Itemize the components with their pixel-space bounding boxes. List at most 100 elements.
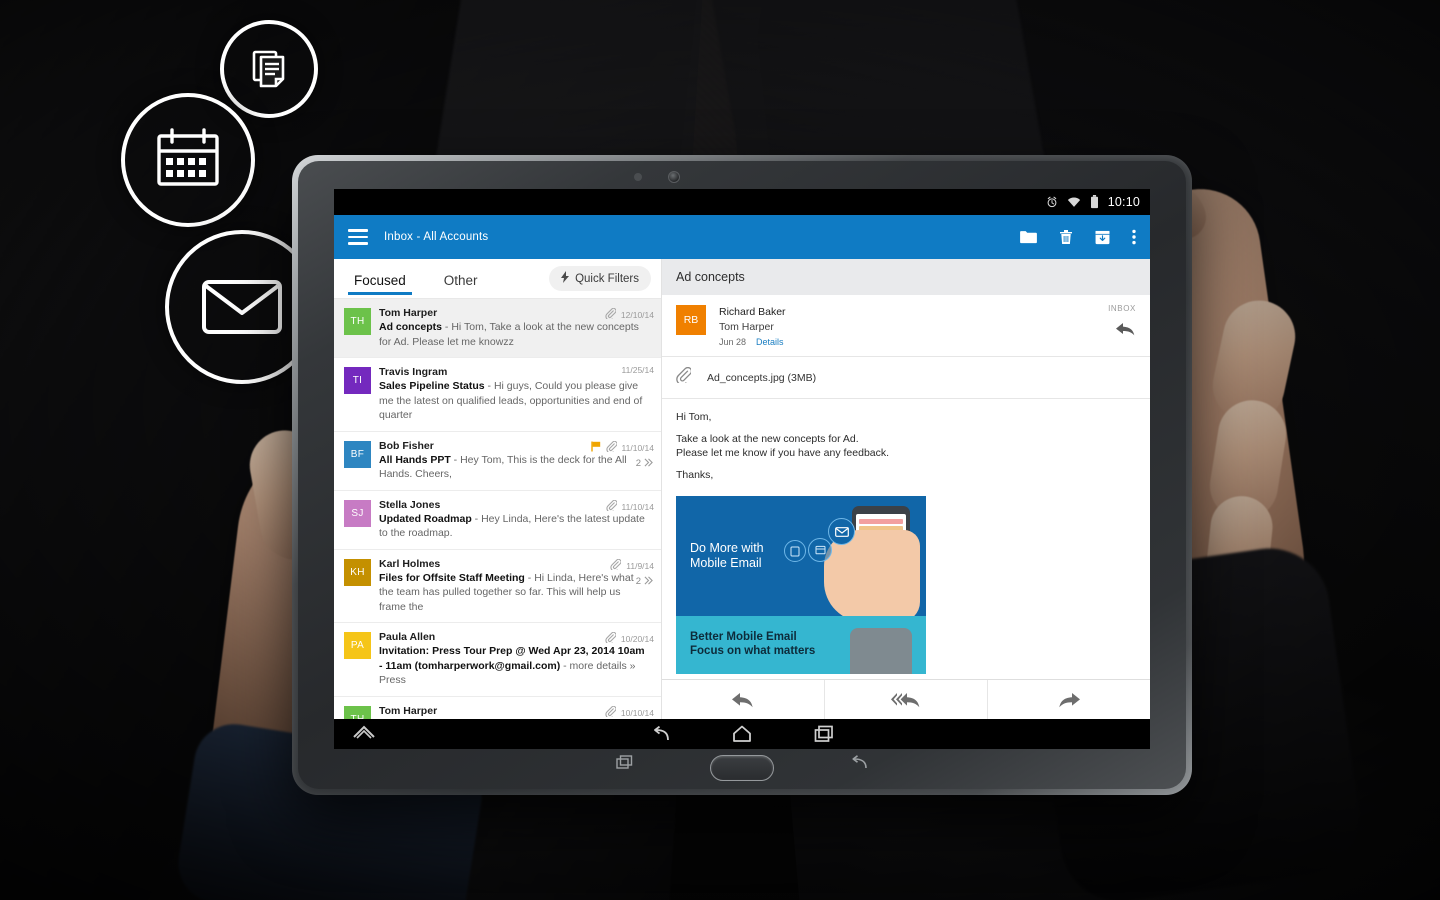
archive-icon[interactable] [1095, 230, 1110, 245]
avatar: PA [344, 632, 371, 659]
message-preview: All Hands PPT - Hey Tom, This is the dec… [379, 453, 649, 482]
hamburger-icon[interactable] [348, 229, 368, 245]
reply-button[interactable] [662, 680, 824, 719]
body-line: Thanks, [676, 468, 714, 481]
calendar-icon-badge [121, 93, 255, 227]
android-nav-bar [334, 719, 1150, 749]
message-subject: Updated Roadmap [379, 512, 472, 525]
message-subject: Sales Pipeline Status [379, 380, 485, 392]
tablet-screen: 10:10 Inbox - All Accounts Focused Other… [334, 189, 1150, 749]
message-list-item[interactable]: TH Tom Harper Ad concepts - Hi Tom, Take a… [334, 299, 661, 358]
message-date: 11/10/14 [621, 442, 654, 453]
paperclip-icon [610, 557, 622, 575]
message-date: 11/10/14 [621, 501, 654, 512]
message-preview: Sales Pipeline Status - Hi guys, Could y… [379, 379, 649, 423]
nav-back-button[interactable] [651, 725, 670, 743]
android-status-bar: 10:10 [334, 189, 1150, 215]
illustration-doc-bubble [784, 540, 806, 562]
sender-meta: Richard Baker Tom Harper Jun 28 Details [719, 305, 786, 347]
message-summary: Travis Ingram Sales Pipeline Status - Hi … [379, 365, 653, 423]
mail-icon [202, 280, 282, 334]
message-body: Hi Tom, Take a look at the new concepts … [662, 399, 1150, 674]
body-line: Take a look at the new concepts for Ad. [676, 432, 859, 445]
message-action-bar [662, 679, 1150, 719]
app-bar-actions [1020, 229, 1136, 245]
paperclip-icon [676, 366, 693, 388]
message-meta: 11/10/14 [605, 498, 654, 516]
recipient-name: Tom Harper [719, 321, 774, 333]
more-vertical-icon[interactable] [1132, 229, 1136, 245]
nav-recents-button[interactable] [814, 725, 834, 743]
tablet-device: 10:10 Inbox - All Accounts Focused Other… [292, 155, 1192, 795]
tab-other[interactable]: Other [438, 263, 484, 295]
list-tabs: Focused Other Quick Filters [334, 259, 661, 299]
tab-focused[interactable]: Focused [348, 263, 412, 295]
sender-date-row: Jun 28 Details [719, 337, 786, 347]
message-date: Jun 28 [719, 337, 747, 347]
flag-icon[interactable] [590, 439, 601, 457]
attachment-row[interactable]: Ad_concepts.jpg (3MB) [662, 357, 1150, 399]
quick-filters-label: Quick Filters [575, 272, 639, 285]
quick-filters-button[interactable]: Quick Filters [549, 266, 651, 291]
documents-icon-badge [220, 20, 318, 118]
calendar-icon [157, 128, 219, 186]
avatar: TI [344, 367, 371, 394]
banner-primary-text: Do More with Mobile Email [690, 541, 764, 570]
message-list-item[interactable]: BF Bob Fisher All Hands PPT - Hey Tom, Thi… [334, 432, 661, 491]
reply-icon[interactable] [1116, 321, 1136, 342]
lightning-icon [561, 271, 570, 286]
reading-pane-scroll[interactable]: RB Richard Baker Tom Harper Jun 28 Detai… [662, 295, 1150, 679]
message-sender: Travis Ingram [379, 366, 448, 378]
message-preview: Invitation: Press Tour Prep @ Wed Apr 23… [379, 644, 649, 688]
message-preview: Updated Roadmap - Hey Linda, Here's the … [379, 512, 649, 541]
avatar: SJ [344, 499, 371, 527]
battery-icon [1090, 195, 1099, 209]
message-subject: All Hands PPT [379, 453, 451, 466]
avatar: BF [344, 440, 371, 468]
main-content: Focused Other Quick Filters TH Tom Harper… [334, 259, 1150, 719]
up-chevron-home-icon[interactable] [352, 725, 376, 744]
thread-count-value: 2 [635, 576, 641, 587]
message-meta: 11/9/14 [610, 557, 654, 575]
body-line: Please let me know if you have any feedb… [676, 447, 890, 459]
message-meta: 10/10/14 [605, 704, 654, 720]
illustration-calendar-bubble [808, 538, 832, 562]
message-meta: 12/10/14 [605, 306, 654, 324]
folder-icon[interactable] [1020, 230, 1037, 244]
message-date: 11/25/14 [621, 365, 654, 375]
message-list-item[interactable]: TI Travis Ingram Sales Pipeline Status - H… [334, 358, 661, 432]
message-preview: Ad concepts - Hi Tom, Take a look at the… [379, 320, 649, 349]
forward-button[interactable] [987, 680, 1150, 719]
message-list-item[interactable]: THTom HarperFwd: Key Customer Tour - FYI… [334, 697, 661, 720]
reading-pane-header: Ad concepts [662, 259, 1150, 295]
body-line: Hi Tom, [676, 411, 712, 423]
sender-name: Richard Baker [719, 306, 786, 318]
thread-count-value: 2 [635, 458, 641, 469]
message-list-item[interactable]: PA Paula Allen Invitation: Press Tour Prep… [334, 623, 661, 697]
capacitive-recents-key[interactable] [616, 755, 633, 775]
trash-icon[interactable] [1059, 229, 1073, 245]
nav-home-button[interactable] [732, 725, 752, 743]
thread-count: 2 [636, 458, 653, 470]
message-list-item[interactable]: SJ Stella Jones Updated Roadmap - Hey Lind… [334, 491, 661, 550]
avatar: KH [344, 558, 371, 586]
proximity-sensor [634, 173, 642, 181]
nav-buttons [651, 725, 834, 743]
capacitive-back-key[interactable] [850, 755, 868, 775]
details-link[interactable]: Details [756, 337, 784, 347]
message-sender: Karl Holmes [379, 557, 441, 570]
avatar: RB [676, 305, 706, 335]
paperclip-icon [605, 498, 617, 516]
message-list-item[interactable]: KH Karl Holmes Files for Offsite Staff Mee… [334, 550, 661, 623]
reply-all-button[interactable] [824, 680, 987, 719]
message-date: 10/10/14 [620, 707, 654, 718]
illustration-phone-secondary [850, 628, 912, 674]
app-bar-title: Inbox - All Accounts [384, 231, 489, 243]
paperclip-icon [605, 704, 617, 720]
message-date: 11/9/14 [626, 560, 654, 571]
illustration-mail-bubble [828, 518, 855, 545]
message-subject: Files for Offsite Staff Meeting [379, 571, 525, 584]
physical-home-button[interactable] [710, 755, 774, 781]
front-camera [668, 171, 680, 183]
message-list[interactable]: TH Tom Harper Ad concepts - Hi Tom, Take a… [334, 299, 661, 719]
